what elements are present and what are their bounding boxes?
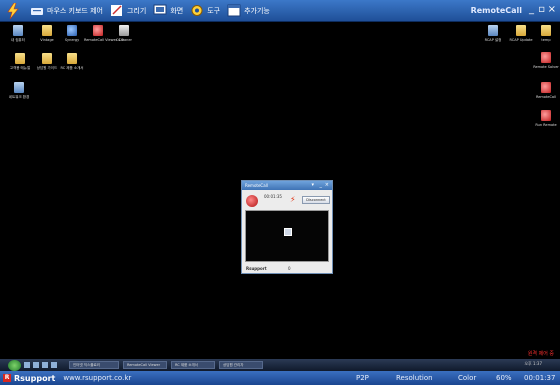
disconnect-button[interactable]: Disconnect — [302, 196, 330, 204]
session-timer: 00:01:35 — [264, 194, 282, 199]
desktop-icon-product-intro[interactable]: RC 제품 소개서 — [58, 53, 86, 70]
remotecall-window-title: RemoteCall — [245, 183, 268, 188]
run-remote-icon — [541, 110, 551, 121]
mouse-keyboard-control-label: 마우스 키보드 제어 — [47, 6, 103, 15]
folder-icon — [15, 53, 25, 64]
window-close-button[interactable]: × — [325, 181, 329, 190]
start-button[interactable] — [8, 359, 21, 371]
folder-icon — [42, 25, 52, 36]
extras-button[interactable]: 추가기능 — [227, 4, 270, 17]
window-footer-brand: Rsupport — [246, 266, 267, 271]
tools-label: 도구 — [207, 6, 221, 15]
synergy-icon — [67, 25, 77, 36]
windows-taskbar: 인터넷 익스플로러 RemoteCall Viewer RC 제품 소개서 상담… — [0, 359, 560, 371]
pin-icon[interactable]: ▾ — [311, 181, 314, 190]
desktop-icon-customer-manual[interactable]: 고객용 매뉴얼 — [6, 53, 34, 70]
quicklaunch-ie-icon[interactable] — [24, 362, 30, 368]
tray-clock[interactable]: 오후 1:37 — [524, 361, 542, 367]
window-icon — [227, 4, 241, 17]
brand-name: Rsupport — [14, 373, 56, 383]
viewer-statusbar: R Rsupport www.rsupport.co.kr P2P Resolu… — [0, 371, 560, 385]
preview-window-icon — [284, 228, 292, 236]
color-button[interactable]: Color — [458, 374, 476, 382]
close-button[interactable]: × — [548, 4, 556, 15]
desktop-icon-agent-guide[interactable]: 상담원 가이드 — [33, 53, 61, 70]
window-minimize-button[interactable]: _ — [320, 181, 323, 190]
elapsed-time: 00:01:37 — [524, 374, 556, 382]
bolt-icon: ⚡ — [290, 195, 296, 204]
desktop-icon-temp[interactable]: temp — [532, 25, 560, 42]
draw-button[interactable]: 그리기 — [110, 4, 146, 17]
desktop-icon-network[interactable]: 네트워크 환경 — [5, 82, 33, 99]
rsupport-logo-icon: R — [3, 374, 11, 382]
remotecall-window[interactable]: RemoteCall ▾ _ × 00:01:35 ⚡ Disconnect R… — [241, 180, 333, 274]
window-footer-value: 0 — [288, 266, 291, 271]
taskbar-item[interactable]: RemoteCall Viewer — [123, 361, 167, 369]
extras-label: 추가기능 — [244, 6, 270, 15]
rcap-icon — [488, 25, 498, 36]
remotecall-icon — [541, 82, 551, 93]
taskbar-item[interactable]: 인터넷 익스플로러 — [69, 361, 119, 369]
remotecall-icon — [93, 25, 103, 36]
monitor-icon — [153, 4, 167, 15]
remotecall-logo-icon — [246, 195, 258, 207]
remote-screen-preview — [245, 210, 329, 262]
desktop-icon-vintage[interactable]: Vintage — [33, 25, 61, 42]
desktop-icon-synergy[interactable]: Synergy — [58, 25, 86, 42]
minimize-button[interactable]: _ — [529, 4, 534, 15]
quicklaunch-media-icon[interactable] — [51, 362, 57, 368]
quality-value: 60% — [496, 374, 512, 382]
remotecall-logo-icon — [7, 2, 19, 19]
desktop-icon-rcap-settings[interactable]: RCAP 설정 — [479, 25, 507, 42]
resolution-button[interactable]: Resolution — [396, 374, 433, 382]
folder-icon — [541, 25, 551, 36]
screen-label: 화면 — [170, 6, 184, 15]
pen-icon — [110, 5, 122, 16]
remote-control-status-text: 원격 제어 중 — [527, 351, 554, 357]
remotecall-window-titlebar[interactable]: RemoteCall ▾ _ × — [242, 181, 332, 190]
folder-icon — [42, 53, 52, 64]
quicklaunch-folder-icon[interactable] — [42, 362, 48, 368]
desktop-icon-remote-solver[interactable]: Remote Solver — [532, 52, 560, 69]
taskbar-item[interactable]: 상담원 관리자 — [219, 361, 263, 369]
taskbar-item[interactable]: RC 제품 소개서 — [171, 361, 215, 369]
mouse-keyboard-icon — [31, 8, 43, 15]
brand-url[interactable]: www.rsupport.co.kr — [63, 374, 131, 382]
network-icon — [14, 82, 24, 93]
viewer-toolbar: 마우스 키보드 제어 그리기 화면 도구 추가기능 RemoteCall _ ▫… — [0, 0, 560, 22]
desktop-icon-rcap-update[interactable]: RCAP Update — [507, 25, 535, 42]
folder-icon — [516, 25, 526, 36]
desktop-icon-remotecall-viewer[interactable]: RemoteCall Viewer 4.0 — [84, 25, 124, 42]
tools-button[interactable]: 도구 — [190, 4, 220, 17]
folder-icon — [67, 53, 77, 64]
screen-button[interactable]: 화면 — [153, 4, 183, 17]
desktop-icon-remotecall[interactable]: RemoteCall — [532, 82, 560, 99]
remote-solver-icon — [541, 52, 551, 63]
quicklaunch-desktop-icon[interactable] — [33, 362, 39, 368]
desktop-icon-ccleaner[interactable]: CCleaner — [110, 25, 138, 42]
ccleaner-icon — [119, 25, 129, 36]
computer-icon — [13, 25, 23, 36]
viewer-title: RemoteCall — [470, 6, 522, 15]
desktop-icon-computer[interactable]: 내 컴퓨터 — [4, 25, 32, 42]
desktop-icon-run-remote[interactable]: Run Remote — [532, 110, 560, 127]
restore-button[interactable]: ▫ — [538, 4, 545, 15]
gear-icon — [191, 5, 203, 16]
draw-label: 그리기 — [126, 6, 147, 15]
connection-mode: P2P — [356, 374, 369, 382]
mouse-keyboard-control-button[interactable]: 마우스 키보드 제어 — [30, 4, 103, 17]
